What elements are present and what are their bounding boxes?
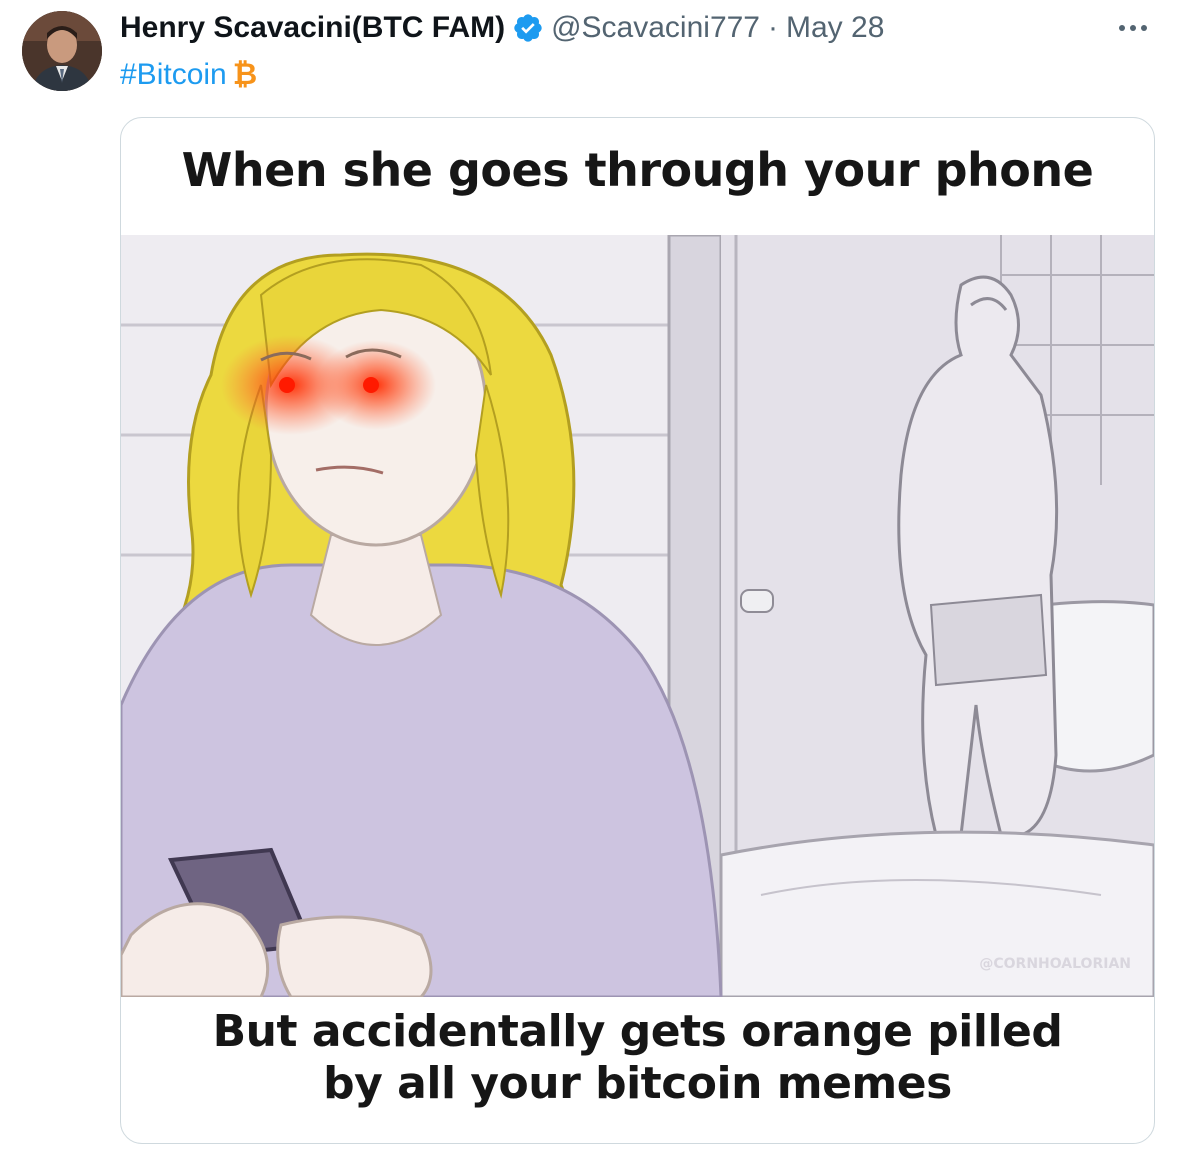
media-card[interactable]: When she goes through your phone @CORNHO… (120, 117, 1155, 1144)
bitcoin-icon: ₿ (232, 58, 258, 91)
separator-dot: · (768, 11, 778, 44)
verified-badge-icon (512, 12, 544, 44)
tweet-text: #Bitcoin ₿ (120, 55, 257, 95)
meme-bottom-caption: But accidentally gets orange pilled by a… (121, 1006, 1154, 1110)
author-name[interactable]: Henry Scavacini(BTC FAM) (120, 11, 505, 45)
meme-watermark: @CORNHOALORIAN (979, 956, 1131, 972)
meme-top-caption: When she goes through your phone (181, 143, 1094, 197)
meme-bottom-line-1: But accidentally gets orange pilled (212, 1006, 1063, 1057)
meme-illustration: @CORNHOALORIAN (121, 235, 1154, 997)
hashtag-link[interactable]: #Bitcoin (120, 58, 227, 92)
meme-bottom-line-2: by all your bitcoin memes (323, 1058, 952, 1109)
avatar[interactable] (22, 11, 102, 91)
tweet-header: Henry Scavacini(BTC FAM) @Scavacini777 ·… (120, 8, 884, 48)
tweet-date[interactable]: May 28 (786, 11, 884, 45)
more-horizontal-icon[interactable] (1113, 8, 1153, 48)
author-handle[interactable]: @Scavacini777 (551, 11, 760, 45)
avatar-image (22, 11, 102, 91)
